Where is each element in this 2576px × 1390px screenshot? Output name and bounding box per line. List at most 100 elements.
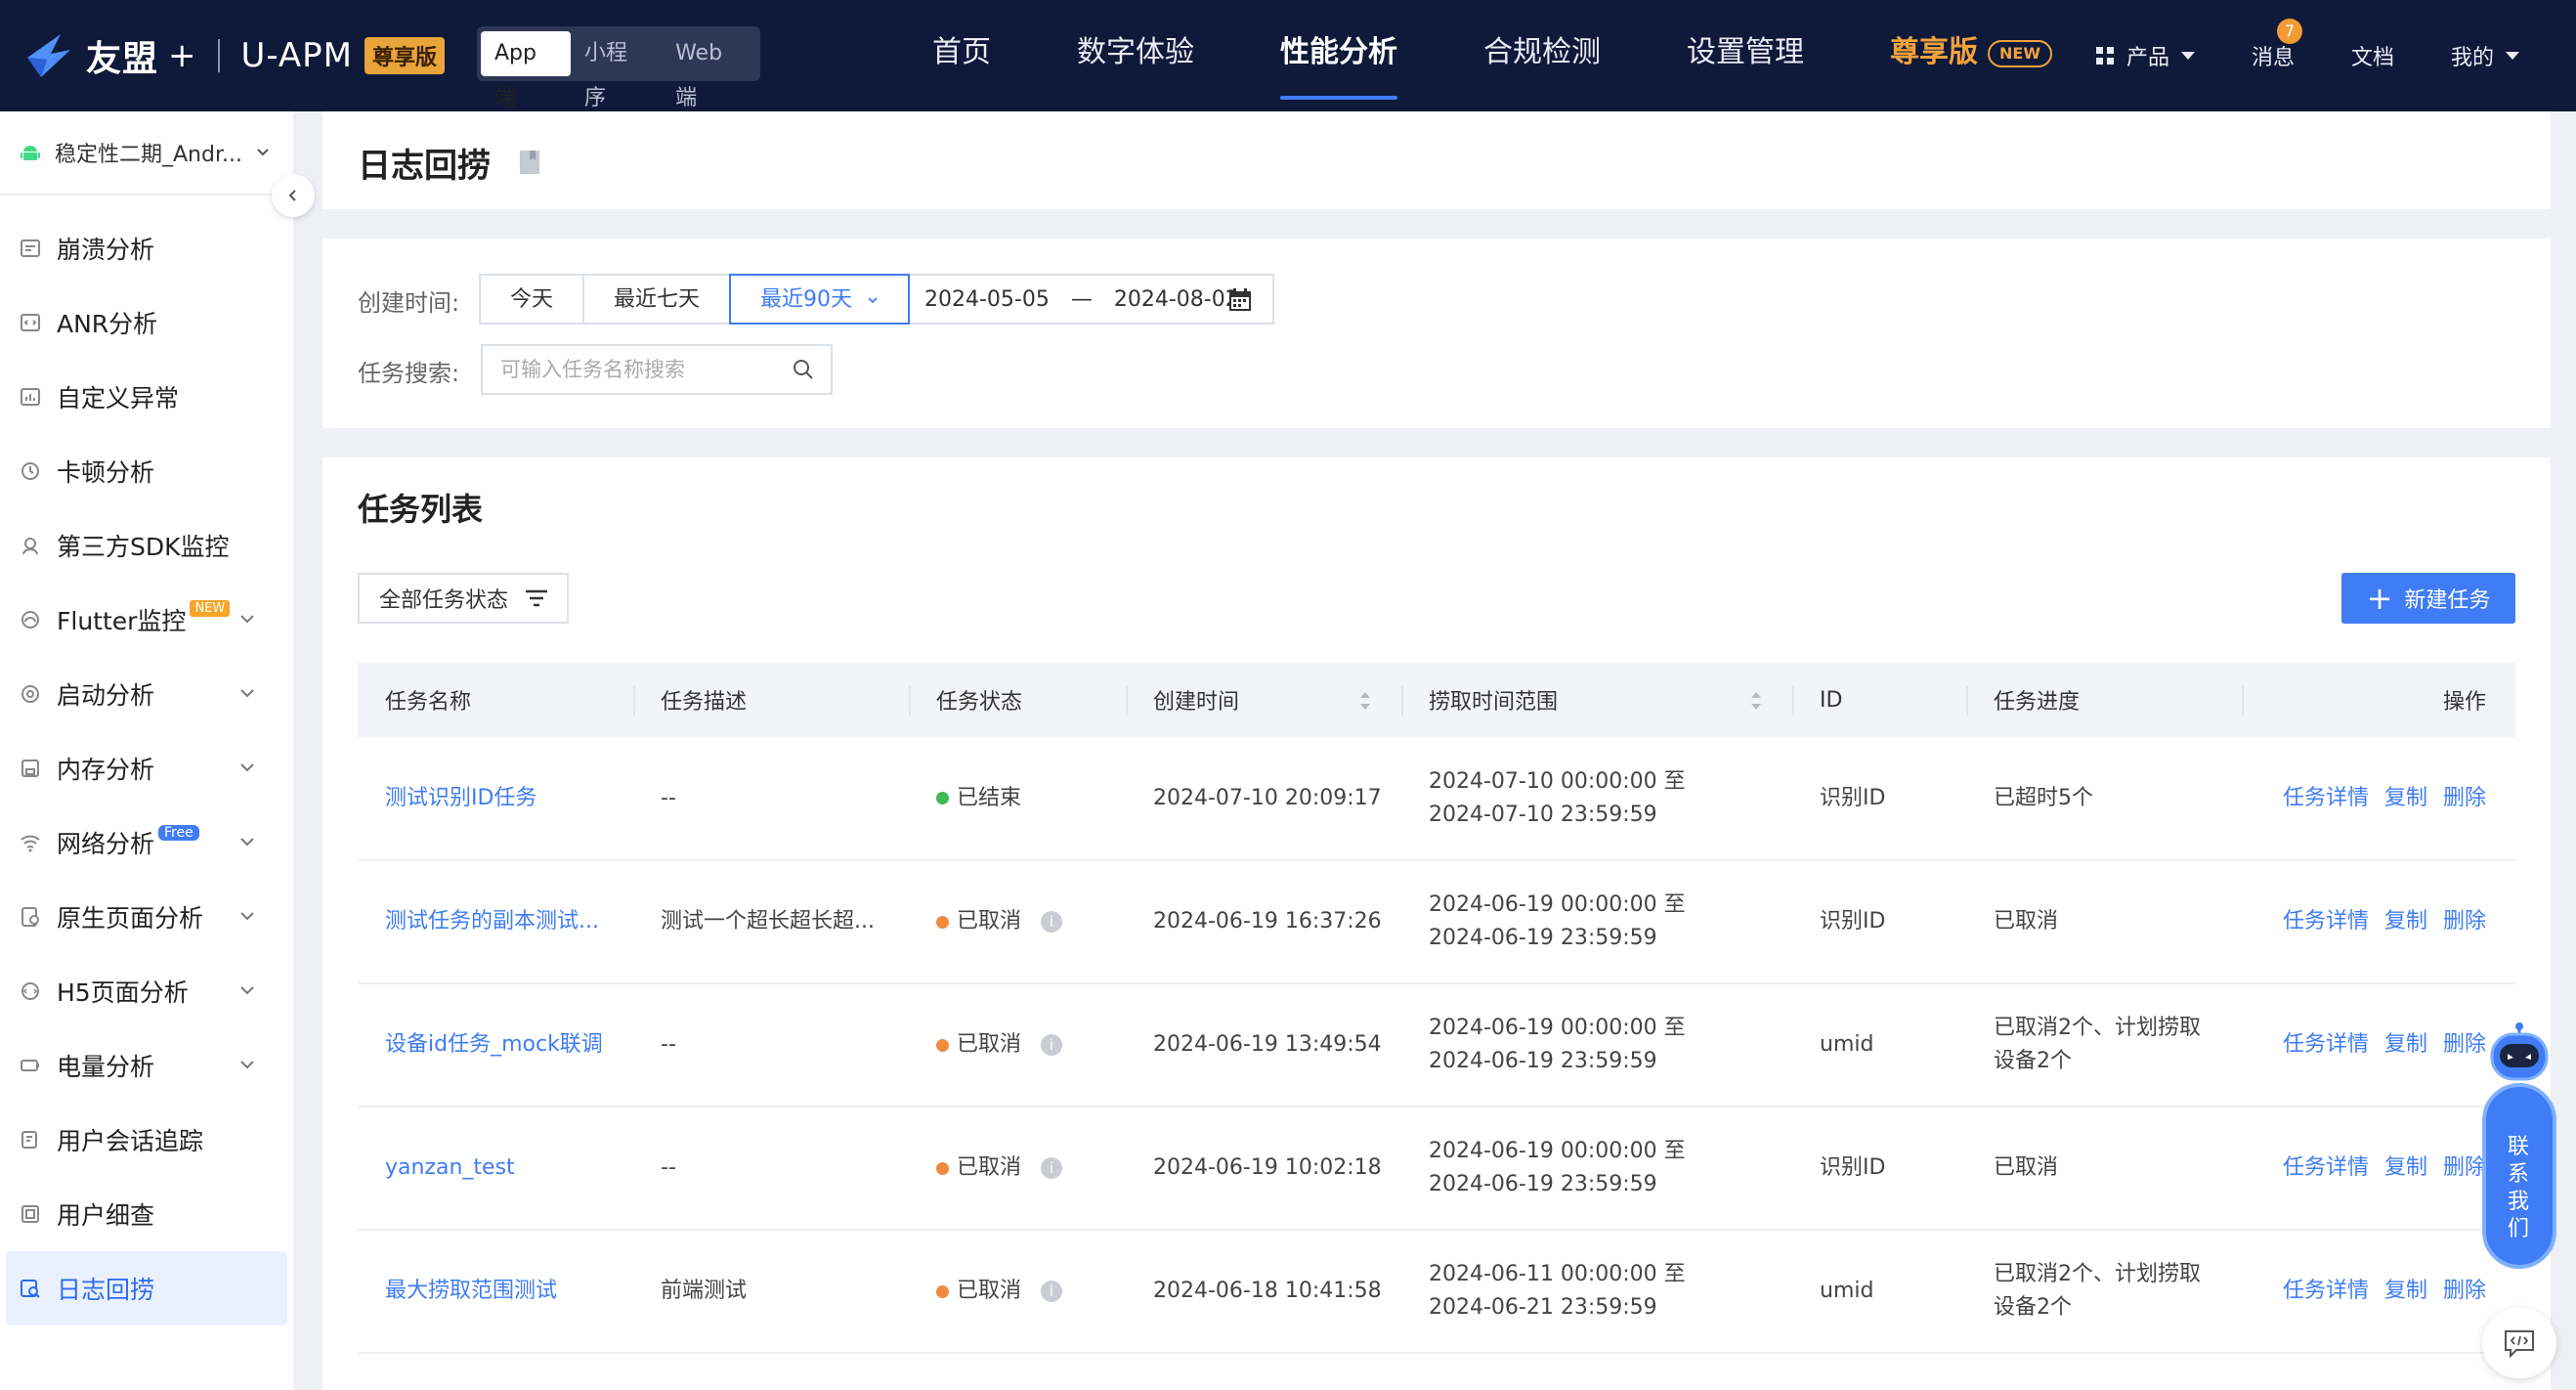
- copy-link[interactable]: 复制: [2384, 1032, 2427, 1057]
- info-icon[interactable]: i: [1041, 1034, 1063, 1056]
- my-menu[interactable]: 我的: [2451, 40, 2519, 71]
- bookmark-icon[interactable]: [518, 149, 543, 176]
- sidebar-item-label: 网络分析: [57, 830, 155, 858]
- free-badge: Free: [158, 825, 199, 841]
- custom-exception-icon: [21, 388, 40, 406]
- lag-icon: [21, 462, 39, 480]
- range-7days-button[interactable]: 最近七天: [582, 274, 732, 325]
- sidebar-item-native-page[interactable]: 原生页面分析: [0, 880, 293, 954]
- range-today-button[interactable]: 今天: [479, 274, 585, 325]
- sidebar-item-user-lookup[interactable]: 用户细查: [0, 1177, 293, 1251]
- sidebar-item-memory[interactable]: 内存分析: [0, 731, 293, 805]
- nav-performance[interactable]: 性能分析: [1237, 0, 1440, 111]
- sidebar-item-network[interactable]: 网络分析 Free: [0, 805, 293, 880]
- nav-compliance[interactable]: 合规检测: [1440, 0, 1644, 111]
- sidebar-item-flutter[interactable]: Flutter监控 NEW: [0, 583, 293, 657]
- info-icon[interactable]: i: [1041, 1281, 1063, 1302]
- grid-icon: [2095, 47, 2114, 65]
- premium-badge: 尊享版: [365, 37, 446, 74]
- range-90days-button[interactable]: 最近90天: [729, 274, 911, 325]
- sdk-icon: [22, 538, 38, 555]
- task-name-link[interactable]: 设备id任务_mock联调: [358, 983, 633, 1108]
- umeng-logo-icon: [27, 34, 70, 77]
- messages-link[interactable]: 消息 7: [2252, 19, 2302, 71]
- sidebar-item-lag[interactable]: 卡顿分析: [0, 434, 293, 508]
- top-nav: 友盟 + U-APM 尊享版 App端 小程序 Web端 首页 数字体验 性能分…: [0, 0, 2576, 111]
- delete-link[interactable]: 删除: [2443, 909, 2486, 934]
- range-end: 2024-06-19 23:59:59: [1429, 1172, 1657, 1196]
- task-status: 已取消 i: [909, 860, 1126, 984]
- collapse-sidebar-button[interactable]: [272, 174, 315, 217]
- sidebar-item-launch[interactable]: 启动分析: [0, 657, 293, 731]
- message-count-badge: 7: [2276, 19, 2302, 44]
- status-filter-dropdown[interactable]: 全部任务状态: [358, 573, 569, 624]
- task-detail-link[interactable]: 任务详情: [2283, 1155, 2369, 1180]
- task-detail-link[interactable]: 任务详情: [2283, 909, 2369, 934]
- sidebar-item-log-retrieval[interactable]: 日志回捞: [6, 1251, 287, 1325]
- sort-icon[interactable]: [1749, 688, 1763, 714]
- nav-digital-experience[interactable]: 数字体验: [1034, 0, 1237, 111]
- docs-link[interactable]: 文档: [2351, 40, 2394, 71]
- task-name-link[interactable]: 测试识别ID任务: [358, 737, 633, 861]
- nav-premium[interactable]: 尊享版 NEW: [1847, 0, 2095, 111]
- copy-link[interactable]: 复制: [2384, 786, 2427, 810]
- progress-line-2: 设备2个: [1994, 1295, 2072, 1320]
- status-filter-label: 全部任务状态: [379, 588, 509, 613]
- nav-settings[interactable]: 设置管理: [1644, 0, 1847, 111]
- nav-home[interactable]: 首页: [889, 0, 1034, 111]
- sidebar-item-label: 第三方SDK监控: [57, 533, 230, 561]
- delete-link[interactable]: 删除: [2443, 786, 2486, 810]
- task-search-label: 任务搜索:: [358, 360, 460, 387]
- sidebar-item-session[interactable]: 用户会话追踪: [0, 1103, 293, 1177]
- task-name-link[interactable]: 测试任务的副本测试...: [358, 860, 633, 984]
- table-row: 设备id任务_mock联调 -- 已取消 i 2024-06-19 13:49:54 20…: [358, 983, 2515, 1108]
- col-created-time[interactable]: 创建时间: [1126, 663, 1401, 737]
- search-icon[interactable]: [792, 358, 815, 381]
- info-icon[interactable]: i: [1041, 1157, 1063, 1179]
- contact-us-widget[interactable]: 联系我们: [2480, 1005, 2558, 1271]
- anr-icon: [21, 314, 40, 331]
- sidebar-item-h5[interactable]: H5页面分析: [0, 954, 293, 1028]
- tab-web[interactable]: Web端: [662, 31, 756, 110]
- user-lookup-icon: [21, 1205, 39, 1223]
- task-detail-link[interactable]: 任务详情: [2283, 786, 2369, 810]
- info-icon[interactable]: i: [1041, 911, 1063, 933]
- task-detail-link[interactable]: 任务详情: [2283, 1279, 2369, 1303]
- status-text: 已取消: [957, 1279, 1022, 1303]
- copy-link[interactable]: 复制: [2384, 909, 2427, 934]
- task-detail-link[interactable]: 任务详情: [2283, 1032, 2369, 1057]
- id-type: 识别ID: [1792, 737, 1966, 861]
- app-selector[interactable]: 稳定性二期_Andr...: [0, 111, 293, 195]
- task-table: 任务名称 任务描述 任务状态 创建时间 捞取时间范围 ID 任务进度 操作 测试…: [358, 663, 2515, 1354]
- delete-link[interactable]: 删除: [2443, 1279, 2486, 1303]
- task-progress: 已超时5个: [1966, 737, 2242, 861]
- sort-icon[interactable]: [1358, 688, 1372, 714]
- range-start: 2024-06-19 00:00:00 至: [1429, 1139, 1686, 1163]
- sidebar-item-sdk[interactable]: 第三方SDK监控: [0, 508, 293, 583]
- chevron-down-icon: [240, 912, 254, 921]
- date-range-picker[interactable]: 2024-05-05 — 2024-08-02: [897, 274, 1274, 325]
- tab-app[interactable]: App端: [481, 31, 572, 110]
- task-list-title: 任务列表: [358, 491, 484, 528]
- sidebar-item-custom-exception[interactable]: 自定义异常: [0, 360, 293, 434]
- task-name-link[interactable]: 最大捞取范围测试: [358, 1230, 633, 1354]
- copy-link[interactable]: 复制: [2384, 1279, 2427, 1303]
- tab-miniprogram[interactable]: 小程序: [571, 31, 662, 110]
- sidebar-item-crash[interactable]: 崩溃分析: [0, 211, 293, 285]
- sidebar-menu: 崩溃分析 ANR分析 自定义异常 卡顿分析 第三方SDK监控 Flutter监控…: [0, 195, 293, 1325]
- feedback-button[interactable]: [2482, 1308, 2556, 1378]
- product-menu[interactable]: 产品: [2095, 40, 2195, 71]
- sidebar-item-battery[interactable]: 电量分析: [0, 1028, 293, 1103]
- col-retrieval-range[interactable]: 捞取时间范围: [1401, 663, 1792, 737]
- task-search-input[interactable]: [483, 346, 776, 393]
- wifi-icon: [21, 835, 40, 852]
- progress-line-1: 已取消2个、计划捞取: [1994, 1262, 2201, 1286]
- sidebar-item-anr[interactable]: ANR分析: [0, 285, 293, 360]
- progress-line-2: 设备2个: [1994, 1049, 2072, 1073]
- copy-link[interactable]: 复制: [2384, 1155, 2427, 1180]
- chevron-left-icon: [288, 190, 296, 201]
- brand[interactable]: 友盟 + U-APM 尊享版: [21, 22, 446, 90]
- chevron-down-icon: [240, 763, 254, 772]
- task-name-link[interactable]: yanzan_test: [358, 1107, 633, 1231]
- new-task-button[interactable]: + 新建任务: [2341, 573, 2515, 624]
